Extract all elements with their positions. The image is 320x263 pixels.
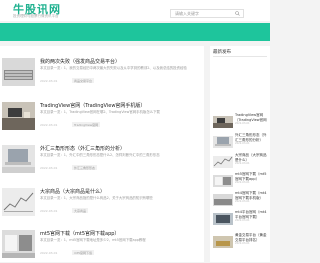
sidebar-title: 最新发布: [213, 50, 231, 55]
article-title[interactable]: mt5官网下载（mt5官网下载app）: [40, 230, 119, 237]
sidebar-post-date: 2022-03-01: [235, 142, 250, 145]
sidebar-post-item[interactable]: mt4平台官网（mt4平台官网下载） 2022-03-01: [210, 208, 270, 225]
article-thumbnail[interactable]: [2, 188, 35, 216]
article-tag[interactable]: 商品交易平台: [72, 78, 95, 83]
article-thumbnail[interactable]: [2, 58, 35, 86]
main-navbar: [0, 23, 270, 41]
article-tag[interactable]: 外汇三角形形态: [72, 165, 98, 170]
sidebar-post-item[interactable]: mt4官网下载（mt4官网下载手机版） 2022-03-01: [210, 189, 270, 206]
article-tag[interactable]: 大宗商品: [72, 208, 89, 213]
article-date: 2022-03-01: [40, 79, 58, 83]
article-title[interactable]: 外汇三角形形态（外汇三角形的分析）: [40, 145, 125, 152]
article-title[interactable]: TradingView官网（TradingView官网手机版）: [40, 102, 145, 109]
article-date: 2022-03-01: [40, 123, 58, 127]
sidebar-post-date: 2022-03-01: [235, 162, 250, 165]
sidebar-post-title[interactable]: 外汇三角形形态（外汇三角形的分析）: [235, 133, 269, 142]
article-excerpt: 本文目录一览：1、大宗商品指的是什么商品2、关于大宗商品的知识有哪些: [40, 196, 153, 200]
sidebar-post-title[interactable]: mt4官网下载（mt4官网下载手机版）: [235, 191, 269, 200]
sidebar-post-item[interactable]: TradingView官网（TradingView官网手机版） 2022-03-…: [210, 111, 270, 128]
site-header: 牛股讯网 投资理财与股票行情资讯平台 请输入关键字: [0, 0, 270, 21]
search-box[interactable]: 请输入关键字: [170, 9, 244, 18]
article-thumbnail[interactable]: [2, 145, 35, 173]
article-item[interactable]: TradingView官网（TradingView官网手机版） 本文目录一览：1…: [0, 98, 204, 135]
sidebar-post-date: 2022-03-01: [235, 181, 250, 184]
article-date: 2022-03-01: [40, 166, 58, 170]
site-tagline: 投资理财与股票行情资讯平台: [13, 14, 59, 18]
article-tag[interactable]: TradingView官网: [72, 122, 101, 127]
sidebar-post-title[interactable]: mt5官网下载（mt5官网下载app）: [235, 172, 269, 181]
sidebar-post-thumbnail[interactable]: [213, 153, 233, 168]
article-excerpt: 本文目录一览：1、mt5官网下载地址是多少2、mt5官网下载app教程: [40, 238, 146, 242]
article-title[interactable]: 大宗商品（大宗商品是什么）: [40, 188, 105, 195]
article-item[interactable]: mt5官网下载（mt5官网下载app） 本文目录一览：1、mt5官网下载地址是多…: [0, 226, 204, 263]
sidebar-post-thumbnail[interactable]: [213, 191, 233, 206]
sidebar-post-date: 2022-03-01: [235, 242, 250, 245]
sidebar-post-item[interactable]: 黄金交易平台（黄金交易平台排名） 2022-03-01: [210, 231, 270, 248]
sidebar-divider: [213, 56, 267, 57]
article-date: 2022-03-01: [40, 251, 58, 255]
sidebar-post-thumbnail[interactable]: [213, 113, 233, 128]
sidebar-post-item[interactable]: mt5官网下载（mt5官网下载app） 2022-03-01: [210, 170, 270, 187]
article-item[interactable]: 大宗商品（大宗商品是什么） 本文目录一览：1、大宗商品指的是什么商品2、关于大宗…: [0, 184, 204, 221]
sidebar-post-thumbnail[interactable]: [213, 210, 233, 225]
sidebar-post-title[interactable]: 大宗商品（大宗商品是什么）: [235, 153, 269, 162]
article-tag[interactable]: mt5官网下载: [72, 250, 95, 255]
article-item[interactable]: 外汇三角形形态（外汇三角形的分析） 本文目录一览：1、外汇中的三角形形态是什么2…: [0, 141, 204, 178]
article-thumbnail[interactable]: [2, 102, 35, 130]
sidebar-post-title[interactable]: TradingView官网（TradingView官网手机版）: [235, 113, 269, 122]
sidebar-post-date: 2022-03-01: [235, 219, 250, 222]
sidebar-post-thumbnail[interactable]: [213, 172, 233, 187]
sidebar-post-date: 2022-03-01: [235, 122, 250, 125]
article-item[interactable]: 我的两次失败（强发商品交易平台） 本文目录一览：1、我的交易经历中两次最大的失败…: [0, 54, 204, 91]
search-input[interactable]: 请输入关键字: [175, 11, 199, 17]
sidebar-post-date: 2022-03-01: [235, 200, 250, 203]
sidebar-post-title[interactable]: mt4平台官网（mt4平台官网下载）: [235, 210, 269, 219]
article-date: 2022-03-01: [40, 209, 58, 213]
sidebar-post-item[interactable]: 大宗商品（大宗商品是什么） 2022-03-01: [210, 151, 270, 168]
latest-posts-sidebar: 最新发布 TradingView官网（TradingView官网手机版） 202…: [210, 46, 270, 262]
sidebar-post-thumbnail[interactable]: [213, 233, 233, 248]
search-icon[interactable]: [235, 11, 240, 16]
article-excerpt: 本文目录一览：1、外汇中的三角形形态是什么2、怎样判断外汇中的三角形形态: [40, 153, 160, 157]
article-excerpt: 本文目录一览：1、我的交易经历中两次最大的失败以及从中学到的教训2、以及我总结的…: [40, 66, 187, 70]
sidebar-post-title[interactable]: 黄金交易平台（黄金交易平台排名）: [235, 233, 269, 242]
article-excerpt: 本文目录一览：1、TradingView官网在哪2、TradingView官网手…: [40, 110, 160, 114]
article-list: 我的两次失败（强发商品交易平台） 本文目录一览：1、我的交易经历中两次最大的失败…: [0, 46, 204, 262]
article-title[interactable]: 我的两次失败（强发商品交易平台）: [40, 58, 120, 65]
article-thumbnail[interactable]: [2, 230, 35, 258]
sidebar-post-item[interactable]: 外汇三角形形态（外汇三角形的分析） 2022-03-01: [210, 131, 270, 148]
sidebar-post-thumbnail[interactable]: [213, 133, 233, 148]
